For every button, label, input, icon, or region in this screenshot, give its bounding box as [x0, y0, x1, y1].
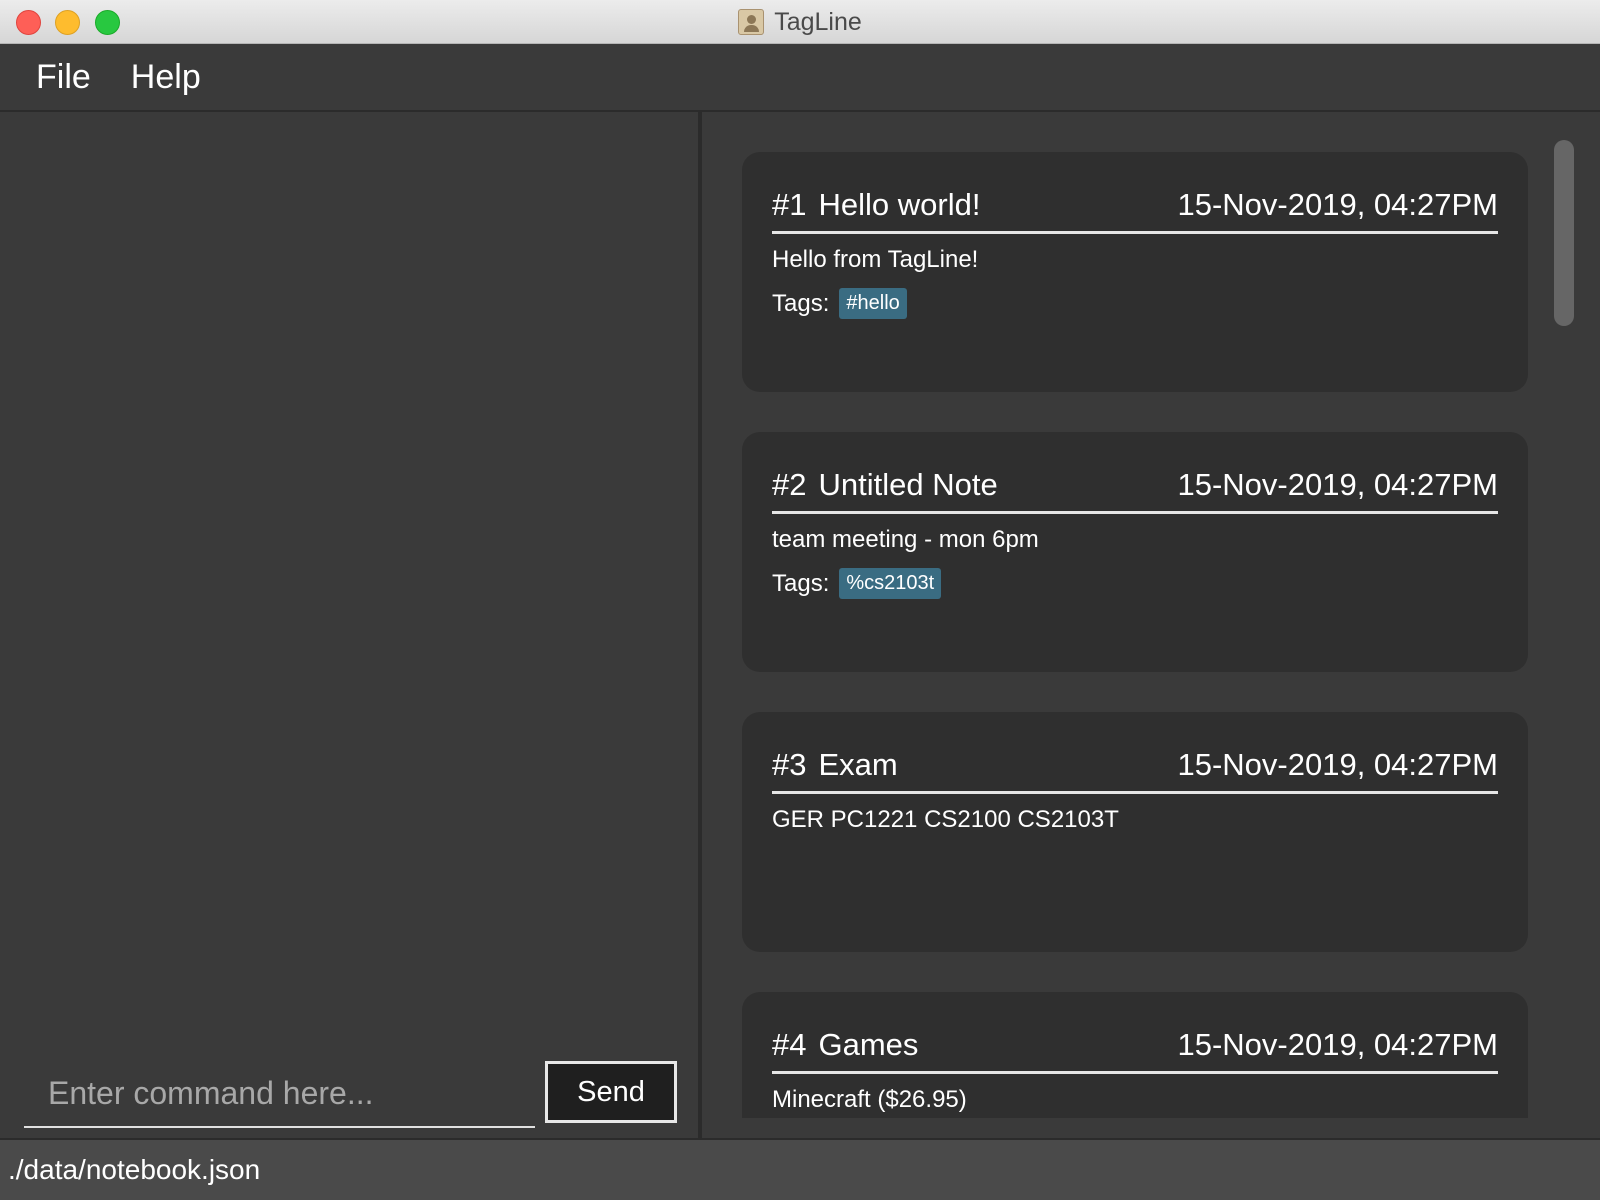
app-window: TagLine File Help Send #1 Hello world! 1… — [0, 0, 1600, 1200]
note-header: #4 Games 15-Nov-2019, 04:27PM — [772, 1018, 1498, 1074]
note-id: #3 — [772, 746, 807, 782]
window-title-group: TagLine — [0, 0, 1600, 44]
title-bar: TagLine — [0, 0, 1600, 44]
note-list-pane: #1 Hello world! 15-Nov-2019, 04:27PM Hel… — [702, 112, 1600, 1118]
note-title-text: Exam — [818, 746, 898, 782]
menu-help[interactable]: Help — [131, 58, 201, 97]
command-input[interactable] — [48, 1074, 535, 1112]
app-icon — [738, 9, 765, 35]
note-title-text: Hello world! — [818, 186, 981, 222]
note-header: #3 Exam 15-Nov-2019, 04:27PM — [772, 738, 1498, 794]
note-title: #3 Exam — [772, 747, 898, 783]
tags-label: Tags: — [772, 289, 830, 317]
note-date: 15-Nov-2019, 04:27PM — [1177, 466, 1498, 502]
note-content: team meeting - mon 6pm — [772, 526, 1039, 553]
note-header: #2 Untitled Note 15-Nov-2019, 04:27PM — [772, 458, 1498, 514]
note-card[interactable]: #4 Games 15-Nov-2019, 04:27PM Minecraft … — [742, 992, 1528, 1118]
note-title-text: Untitled Note — [818, 466, 998, 502]
note-id: #4 — [772, 1026, 807, 1062]
note-date: 15-Nov-2019, 04:27PM — [1177, 1026, 1498, 1062]
command-input-wrapper — [24, 1060, 535, 1128]
command-pane — [0, 112, 698, 1138]
note-content: Minecraft ($26.95) — [772, 1086, 967, 1113]
tags-label: Tags: — [772, 569, 830, 597]
note-card[interactable]: #1 Hello world! 15-Nov-2019, 04:27PM Hel… — [742, 152, 1528, 392]
menu-file[interactable]: File — [36, 58, 91, 97]
scrollbar-thumb[interactable] — [1554, 140, 1574, 326]
save-location-path: ./data/notebook.json — [8, 1154, 261, 1185]
menu-bar: File Help — [0, 44, 1600, 112]
note-content: GER PC1221 CS2100 CS2103T — [772, 806, 1119, 833]
note-id: #2 — [772, 466, 807, 502]
window-title: TagLine — [774, 7, 862, 36]
note-title-text: Games — [818, 1026, 919, 1062]
note-tags: Tags: %cs2103t — [772, 568, 942, 599]
tag-chip: #hello — [839, 288, 907, 319]
send-button[interactable]: Send — [545, 1061, 677, 1123]
note-title: #2 Untitled Note — [772, 467, 998, 503]
note-card[interactable]: #3 Exam 15-Nov-2019, 04:27PM GER PC1221 … — [742, 712, 1528, 952]
note-content: Hello from TagLine! — [772, 246, 979, 273]
note-title: #4 Games — [772, 1027, 918, 1063]
tag-chip: %cs2103t — [839, 568, 942, 599]
note-header: #1 Hello world! 15-Nov-2019, 04:27PM — [772, 178, 1498, 234]
note-title: #1 Hello world! — [772, 187, 980, 223]
status-bar: ./data/notebook.json — [0, 1138, 1600, 1200]
note-tags: Tags: #hello — [772, 288, 907, 319]
note-date: 15-Nov-2019, 04:27PM — [1177, 746, 1498, 782]
note-id: #1 — [772, 186, 807, 222]
note-card[interactable]: #2 Untitled Note 15-Nov-2019, 04:27PM te… — [742, 432, 1528, 672]
note-date: 15-Nov-2019, 04:27PM — [1177, 186, 1498, 222]
